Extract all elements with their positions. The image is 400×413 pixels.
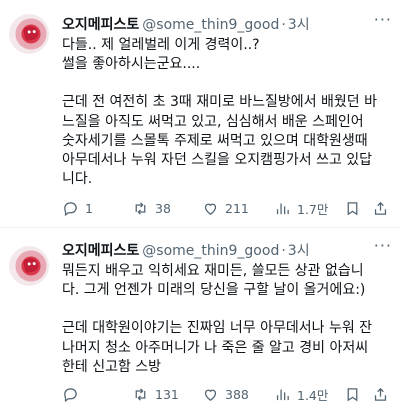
share-icon <box>374 201 387 215</box>
tweet-line: 니다. <box>62 171 93 188</box>
views-icon <box>276 389 289 400</box>
like-button[interactable]: 211 <box>202 200 249 217</box>
avatar[interactable] <box>9 14 49 54</box>
tweet-actions: 1 38 211 1.7만 <box>60 198 390 218</box>
bookmark-button[interactable] <box>344 200 367 217</box>
author-name[interactable]: 오지메피스토 <box>62 14 139 34</box>
like-count: 388 <box>225 386 249 402</box>
bookmark-icon <box>347 387 358 401</box>
separator-dot: · <box>281 243 286 259</box>
tweet-text: 뭐든지 배우고 익히세요 재미든, 쓸모든 상관 없습니 다. 그게 언젠가 미… <box>62 262 396 377</box>
reply-button[interactable]: 1 <box>62 200 93 217</box>
more-icon[interactable]: ··· <box>374 236 392 255</box>
timestamp[interactable]: 3시 <box>288 240 310 260</box>
views-icon <box>276 203 289 214</box>
retweet-icon <box>135 387 146 401</box>
retweet-count: 38 <box>155 200 171 216</box>
bookmark-icon <box>347 201 358 215</box>
view-count: 1.7만 <box>297 201 329 217</box>
reply-icon <box>64 387 77 402</box>
views-button[interactable]: 1.7만 <box>274 199 328 218</box>
retweet-count: 131 <box>155 386 179 402</box>
tweet-line: 다. 그게 언젠가 미래의 당신을 구할 날이 올거에요:) <box>62 282 366 299</box>
separator-dot: · <box>281 17 286 33</box>
tweet[interactable]: 오지메피스토 @some_thin9_good · 3시 ··· 다들.. 제 … <box>0 0 400 228</box>
like-count: 211 <box>225 200 249 216</box>
author-handle[interactable]: @some_thin9_good <box>142 243 279 259</box>
retweet-button[interactable]: 38 <box>132 200 171 217</box>
tweet-header: 오지메피스토 @some_thin9_good · 3시 <box>62 14 310 34</box>
share-button[interactable] <box>372 386 395 403</box>
tweet-header: 오지메피스토 @some_thin9_good · 3시 <box>62 240 310 260</box>
retweet-button[interactable]: 131 <box>132 386 179 403</box>
tweet-line: 숫자세기를 스몰톡 주제로 써먹고 있으며 대학원생때 <box>62 132 368 149</box>
reply-icon <box>64 201 77 216</box>
tweet-line: 아무데서나 누워 자던 스킬을 오지캠핑가서 쓰고 있답 <box>62 152 373 169</box>
tweet-line: 다들.. 제 얼레벌레 이게 경력이..? <box>62 37 260 53</box>
author-handle[interactable]: @some_thin9_good <box>142 17 279 33</box>
tweet-line: 한테 신고함 스방 <box>62 358 162 375</box>
more-icon[interactable]: ··· <box>374 10 392 29</box>
timestamp[interactable]: 3시 <box>288 14 310 34</box>
tweet-line: 썰을 좋아하시는군요.... <box>62 56 201 73</box>
tweet-line: 근데 전 여전히 초 3때 재미로 바느질방에서 배웠던 바 <box>62 94 377 111</box>
view-count: 1.4만 <box>297 387 329 403</box>
avatar[interactable] <box>9 246 49 286</box>
tweet-line: 뭐든지 배우고 익히세요 재미든, 쓸모든 상관 없습니 <box>62 263 364 279</box>
retweet-icon <box>135 201 146 215</box>
reply-button[interactable] <box>62 386 85 403</box>
tweet-line: 느질을 아직도 써먹고 있고, 심심해서 배운 스페인어 <box>62 113 364 130</box>
tweet-actions: 131 388 1.4만 <box>60 384 390 404</box>
heart-icon <box>204 389 217 401</box>
bookmark-button[interactable] <box>344 386 367 403</box>
share-icon <box>374 387 387 401</box>
views-button[interactable]: 1.4만 <box>274 385 328 404</box>
tweet-text: 다들.. 제 얼레벌레 이게 경력이..? 썰을 좋아하시는군요.... 근데 … <box>62 36 396 189</box>
author-name[interactable]: 오지메피스토 <box>62 240 139 260</box>
heart-icon <box>204 203 217 215</box>
tweet-line: 근데 대학원이야기는 진짜임 너무 아무데서나 누워 잔 <box>62 320 373 337</box>
share-button[interactable] <box>372 200 395 217</box>
like-button[interactable]: 388 <box>202 386 249 403</box>
reply-count: 1 <box>85 200 93 216</box>
tweet-line: 나머지 청소 아주머니가 나 죽은 줄 알고 경비 아저씨 <box>62 339 369 356</box>
